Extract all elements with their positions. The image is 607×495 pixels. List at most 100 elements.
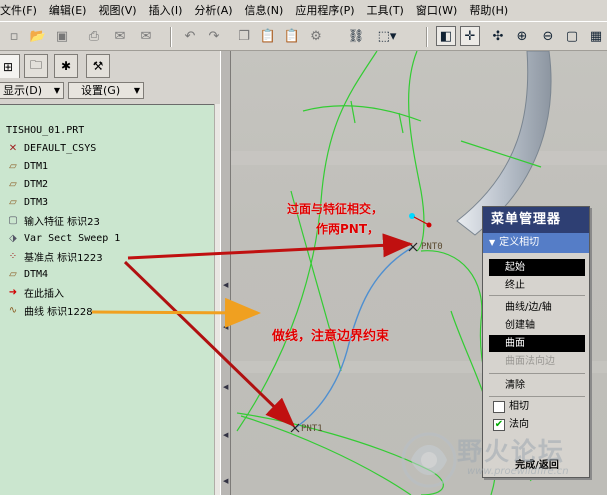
menu-section-header[interactable]: ▼ 定义相切	[483, 233, 589, 253]
datum-plane-icon: ▱	[9, 268, 17, 280]
repaint-icon[interactable]: ▦	[586, 26, 606, 46]
undo-icon[interactable]: ↶	[180, 26, 200, 46]
tab-favorites[interactable]: ✱	[54, 54, 78, 78]
tree-item-label: DTM4	[24, 268, 49, 280]
regenerate-icon[interactable]: ⚙	[306, 26, 326, 46]
model-tree-panel: ⊞ 🗀 ✱ ⚒ 显示(D) ▼ 设置(G) ▼ TISHOU_01.PRT ✕ …	[0, 51, 220, 495]
sweep-icon: ⬗	[9, 232, 17, 244]
menu-analysis[interactable]: 分析(A)	[188, 0, 238, 21]
annotation-intersect-line2: 作两PNT，	[316, 222, 380, 236]
settings-dropdown-label: 设置(G)	[81, 84, 121, 97]
menu-item-end[interactable]: 终止	[489, 277, 585, 294]
menu-item-surface-normal-edge: 曲面法向边	[505, 356, 555, 367]
menu-window[interactable]: 窗口(W)	[410, 0, 463, 21]
tree-item-label: TISHOU_01.PRT	[6, 124, 85, 136]
menu-item-surface[interactable]: 曲面	[489, 335, 585, 352]
tree-item-label: 曲线 标识1228	[24, 306, 93, 318]
pnt1-label: PNT1	[301, 424, 323, 434]
menu-divider	[489, 396, 585, 397]
collapse-arrow-icon[interactable]: ◀	[223, 431, 228, 439]
tree-item-label: DEFAULT_CSYS	[24, 142, 97, 154]
collapse-arrow-icon[interactable]: ◀	[223, 281, 228, 289]
menu-help[interactable]: 帮助(H)	[463, 0, 514, 21]
tree-item-insert-here[interactable]: ➜ 在此插入	[6, 283, 64, 301]
menu-info[interactable]: 信息(N)	[239, 0, 290, 21]
datum-planes-icon[interactable]: ◧	[436, 26, 456, 46]
copy-icon[interactable]: ❐	[234, 26, 254, 46]
menu-item-clear[interactable]: 清除	[489, 377, 585, 394]
redo-icon[interactable]: ↷	[204, 26, 224, 46]
datum-plane-icon: ▱	[9, 160, 17, 172]
datum-point-icon: ⁘	[8, 250, 18, 262]
tab-connections[interactable]: ⚒	[86, 54, 110, 78]
tree-item-dtm3[interactable]: ▱ DTM3	[6, 193, 48, 211]
tree-item-dtm1[interactable]: ▱ DTM1	[6, 157, 48, 175]
paste-icon[interactable]: 📋	[258, 26, 278, 46]
selection-box-icon[interactable]: ⬚▾	[372, 26, 402, 46]
menu-divider	[489, 373, 585, 374]
settings-dropdown[interactable]: 设置(G) ▼	[68, 82, 144, 99]
datum-curve-icon: ∿	[8, 304, 18, 316]
tab-folder-browser[interactable]: 🗀	[24, 54, 48, 78]
tree-item-label: 输入特征 标识23	[24, 216, 100, 228]
tab-model-tree[interactable]: ⊞	[0, 54, 20, 78]
pnt1-marker	[290, 423, 300, 433]
send-mail-attach-icon[interactable]: ✉	[136, 26, 156, 46]
tree-item-dtm4[interactable]: ▱ DTM4	[6, 265, 48, 283]
open-file-icon[interactable]: 📂	[28, 26, 48, 46]
refit-icon[interactable]: ▢	[562, 26, 582, 46]
send-mail-icon[interactable]: ✉	[110, 26, 130, 46]
checkbox-label: 相切	[509, 401, 529, 412]
csys-icon: ✕	[8, 142, 18, 154]
collapse-arrow-icon[interactable]: ◀	[223, 383, 228, 391]
import-icon: ▢	[8, 214, 18, 226]
panel-splitter[interactable]: ◀ ◀ ◀ ◀ ◀	[220, 51, 231, 495]
print-icon[interactable]: ⎙	[84, 26, 104, 46]
menu-item-start[interactable]: 起始	[489, 259, 585, 276]
menu-file[interactable]: 文件(F)	[0, 0, 43, 21]
menu-view[interactable]: 视图(V)	[92, 0, 142, 21]
tree-item-datum-point[interactable]: ⁘ 基准点 标识1223	[6, 247, 103, 265]
annotation-intersect-line1: 过面与特征相交，	[287, 202, 384, 216]
menu-divider	[489, 295, 585, 296]
tree-item-label: DTM2	[24, 178, 49, 190]
navigator-tabs: ⊞ 🗀 ✱ ⚒	[0, 51, 220, 79]
menu-insert[interactable]: 插入(I)	[143, 0, 189, 21]
menu-manager-title: 菜单管理器	[483, 207, 589, 233]
folder-icon: 🗀	[29, 57, 42, 72]
watermark: 野火论坛 www.proewildfire.cn	[395, 428, 607, 495]
collapse-arrow-icon[interactable]: ◀	[223, 477, 228, 485]
menu-item-curve-edge-axis[interactable]: 曲线/边/轴	[489, 299, 585, 316]
new-file-icon[interactable]: ▫	[4, 26, 24, 46]
tree-item-label: 在此插入	[24, 288, 64, 300]
paste-special-icon[interactable]: 📋	[282, 26, 302, 46]
model-tree-icon: ⊞	[2, 59, 14, 74]
show-dropdown[interactable]: 显示(D) ▼	[0, 82, 64, 99]
tree-item-csys[interactable]: ✕ DEFAULT_CSYS	[6, 139, 96, 157]
menu-section-label: 定义相切	[499, 237, 540, 248]
model-tree: TISHOU_01.PRT ✕ DEFAULT_CSYS ▱ DTM1 ▱ DT…	[0, 104, 220, 495]
spin-center-icon[interactable]: ✣	[488, 26, 508, 46]
save-icon[interactable]: ▣	[52, 26, 72, 46]
tree-item-sweep[interactable]: ⬗ Var Sect Sweep 1	[6, 229, 120, 247]
menu-item-create-axis[interactable]: 创建轴	[489, 317, 585, 334]
tree-item-dtm2[interactable]: ▱ DTM2	[6, 175, 48, 193]
tree-item-part[interactable]: TISHOU_01.PRT	[6, 121, 84, 139]
menu-tools[interactable]: 工具(T)	[361, 0, 410, 21]
tree-toolbar: 显示(D) ▼ 设置(G) ▼	[0, 82, 220, 100]
tree-item-import-feature[interactable]: ▢ 输入特征 标识23	[6, 211, 100, 229]
collapse-arrow-icon[interactable]: ◀	[223, 323, 228, 331]
datum-axes-icon[interactable]: ✛	[460, 26, 480, 46]
checkbox-box[interactable]	[493, 401, 505, 413]
zoom-in-icon[interactable]: ⊕	[512, 26, 532, 46]
menu-applications[interactable]: 应用程序(P)	[289, 0, 360, 21]
tree-item-datum-curve[interactable]: ∿ 曲线 标识1228	[6, 301, 93, 319]
zoom-out-icon[interactable]: ⊖	[538, 26, 558, 46]
menu-edit[interactable]: 编辑(E)	[43, 0, 93, 21]
favorites-icon: ✱	[60, 59, 72, 73]
find-icon[interactable]: ⛓	[346, 26, 366, 46]
show-dropdown-label: 显示(D)	[3, 84, 43, 97]
annotation-make-curve: 做线，注意边界约束	[272, 329, 390, 344]
watermark-url: www.proewildfire.cn	[467, 466, 569, 477]
pnt0-label: PNT0	[421, 242, 443, 252]
